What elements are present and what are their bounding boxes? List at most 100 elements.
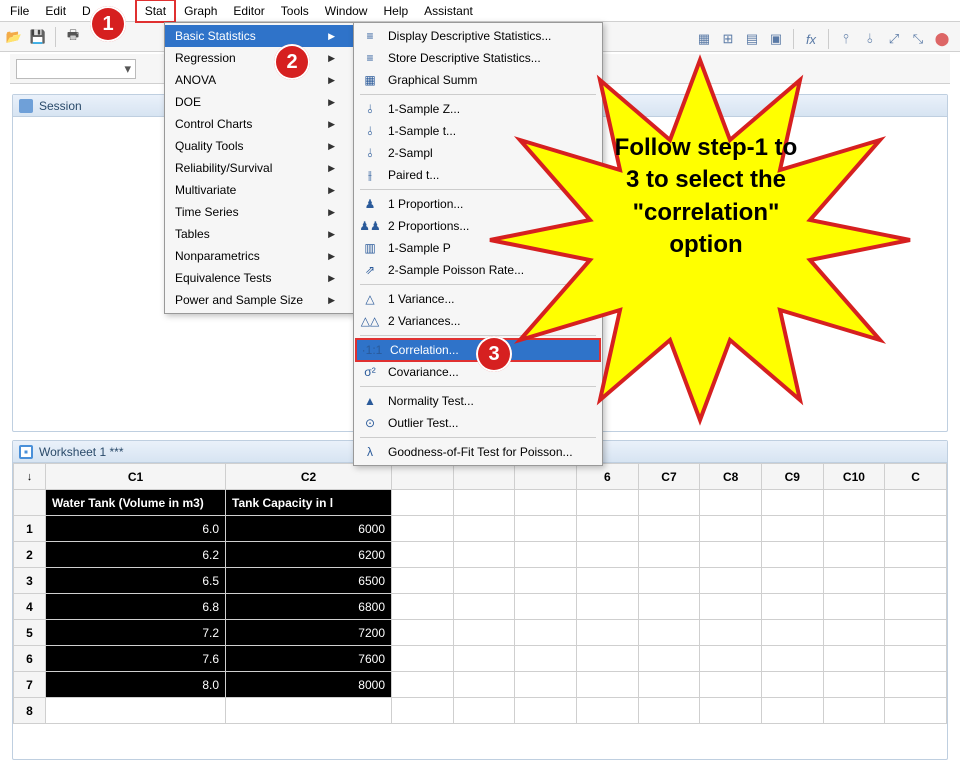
cell[interactable]: 6.5 <box>46 568 226 594</box>
col-c8[interactable]: C8 <box>700 464 762 490</box>
print-icon[interactable]: 🖶 <box>63 27 83 47</box>
cell[interactable] <box>700 672 762 698</box>
row-number[interactable]: 4 <box>14 594 46 620</box>
cell[interactable] <box>453 620 515 646</box>
cell[interactable] <box>700 646 762 672</box>
cell[interactable]: 7200 <box>226 620 392 646</box>
cell[interactable] <box>576 542 638 568</box>
cell[interactable] <box>761 542 823 568</box>
stat-multivariate[interactable]: Multivariate▶ <box>165 179 353 201</box>
cell[interactable] <box>700 594 762 620</box>
cell[interactable] <box>453 516 515 542</box>
cell[interactable] <box>885 646 947 672</box>
stat-time-series[interactable]: Time Series▶ <box>165 201 353 223</box>
cell[interactable] <box>515 646 577 672</box>
save-icon[interactable]: 💾 <box>28 27 48 47</box>
cell[interactable] <box>453 594 515 620</box>
col-c7[interactable]: C7 <box>638 464 700 490</box>
cell[interactable] <box>885 594 947 620</box>
cell[interactable] <box>823 620 885 646</box>
cell[interactable] <box>700 620 762 646</box>
cell[interactable] <box>515 542 577 568</box>
c1-name[interactable]: Water Tank (Volume in m3) <box>46 490 226 516</box>
cell[interactable] <box>515 516 577 542</box>
cell[interactable]: 6200 <box>226 542 392 568</box>
cell[interactable] <box>392 620 454 646</box>
cell[interactable] <box>885 516 947 542</box>
cell[interactable] <box>576 672 638 698</box>
cell[interactable] <box>453 542 515 568</box>
cell[interactable] <box>453 646 515 672</box>
stat-quality-tools[interactable]: Quality Tools▶ <box>165 135 353 157</box>
cell[interactable] <box>576 516 638 542</box>
cell[interactable] <box>700 568 762 594</box>
col-c10[interactable]: C10 <box>823 464 885 490</box>
cell[interactable] <box>823 568 885 594</box>
bs-gof[interactable]: λGoodness-of-Fit Test for Poisson... <box>354 441 602 463</box>
c2-name[interactable]: Tank Capacity in l <box>226 490 392 516</box>
row-number[interactable]: 3 <box>14 568 46 594</box>
cell[interactable] <box>885 672 947 698</box>
stat-tables[interactable]: Tables▶ <box>165 223 353 245</box>
cell[interactable] <box>576 594 638 620</box>
cell[interactable] <box>823 672 885 698</box>
col-c1[interactable]: C1 <box>46 464 226 490</box>
cell[interactable] <box>638 516 700 542</box>
cell[interactable] <box>761 646 823 672</box>
cell[interactable]: 8000 <box>226 672 392 698</box>
menu-file[interactable]: File <box>2 1 37 21</box>
stat-reliability[interactable]: Reliability/Survival▶ <box>165 157 353 179</box>
col-c3[interactable] <box>392 464 454 490</box>
cell[interactable] <box>761 594 823 620</box>
cell[interactable] <box>823 646 885 672</box>
cell[interactable] <box>823 542 885 568</box>
cell[interactable] <box>885 568 947 594</box>
cell[interactable]: 7.2 <box>46 620 226 646</box>
cell[interactable] <box>392 646 454 672</box>
stat-equivalence[interactable]: Equivalence Tests▶ <box>165 267 353 289</box>
cell[interactable] <box>392 542 454 568</box>
stat-power[interactable]: Power and Sample Size▶ <box>165 289 353 311</box>
blank-dropdown[interactable]: ▾ <box>16 59 136 79</box>
menu-assistant[interactable]: Assistant <box>416 1 481 21</box>
cell[interactable] <box>638 594 700 620</box>
arrow-cell[interactable]: ↓ <box>14 464 46 490</box>
menu-edit[interactable]: Edit <box>37 1 74 21</box>
col-c11[interactable]: C <box>885 464 947 490</box>
cell[interactable] <box>638 646 700 672</box>
menu-help[interactable]: Help <box>375 1 416 21</box>
cell[interactable] <box>700 516 762 542</box>
cell[interactable] <box>638 620 700 646</box>
cell[interactable]: 6500 <box>226 568 392 594</box>
cell[interactable] <box>392 568 454 594</box>
stat-basic-statistics[interactable]: Basic Statistics▶ <box>165 25 353 47</box>
col-c4[interactable] <box>453 464 515 490</box>
cell[interactable]: 7.6 <box>46 646 226 672</box>
menu-stat[interactable]: Stat <box>135 0 176 23</box>
eraser-icon[interactable]: ⬤ <box>932 29 952 49</box>
cell[interactable] <box>885 620 947 646</box>
cell[interactable] <box>761 620 823 646</box>
cell[interactable] <box>515 568 577 594</box>
col-c2[interactable]: C2 <box>226 464 392 490</box>
row-number[interactable]: 7 <box>14 672 46 698</box>
cell[interactable]: 6.2 <box>46 542 226 568</box>
cell[interactable] <box>823 516 885 542</box>
row-number[interactable]: 1 <box>14 516 46 542</box>
cell[interactable] <box>515 620 577 646</box>
cell[interactable] <box>761 568 823 594</box>
stat-regression[interactable]: Regression▶ <box>165 47 353 69</box>
cell[interactable]: 7600 <box>226 646 392 672</box>
worksheet-grid[interactable]: ↓ C1 C2 6 C7 C8 C9 C10 C Water Tank (Vol… <box>13 463 947 724</box>
menu-editor[interactable]: Editor <box>225 1 272 21</box>
stat-doe[interactable]: DOE▶ <box>165 91 353 113</box>
menu-tools[interactable]: Tools <box>273 1 317 21</box>
row-number[interactable]: 2 <box>14 542 46 568</box>
cell[interactable]: 6.8 <box>46 594 226 620</box>
cell[interactable] <box>638 672 700 698</box>
row-number[interactable]: 5 <box>14 620 46 646</box>
open-icon[interactable]: 📂 <box>4 27 24 47</box>
cell[interactable] <box>453 672 515 698</box>
stat-control-charts[interactable]: Control Charts▶ <box>165 113 353 135</box>
cell[interactable] <box>453 568 515 594</box>
